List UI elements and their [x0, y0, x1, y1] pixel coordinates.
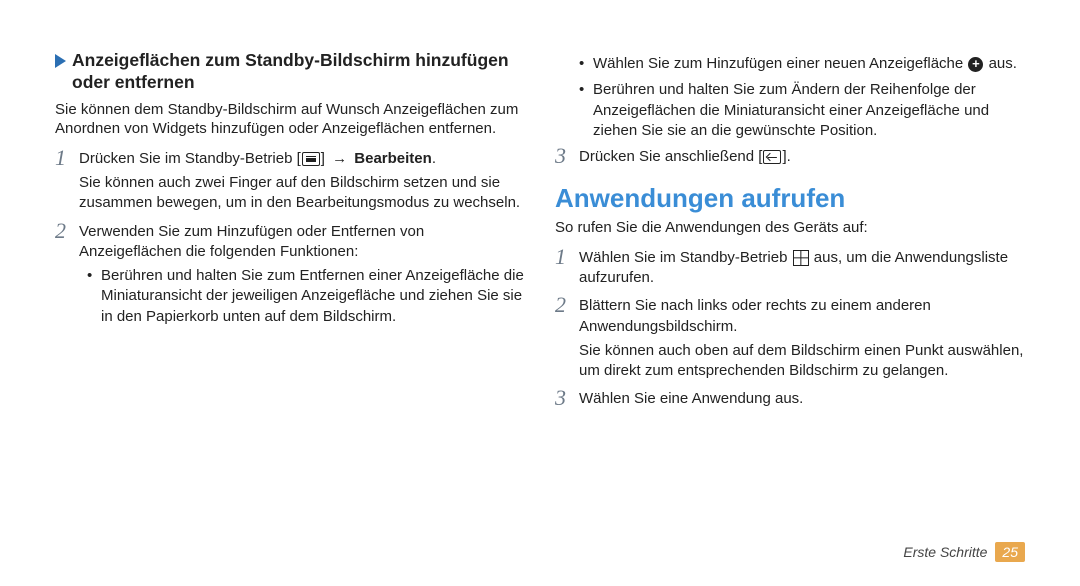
step-number: 3	[555, 387, 579, 409]
s2-text: Blättern Sie nach links oder rechts zu e…	[579, 297, 931, 334]
steps-list-left: 1 Drücken Sie im Standby-Betrieb [] → Be…	[55, 149, 525, 333]
step-1: 1 Drücken Sie im Standby-Betrieb [] → Be…	[55, 149, 525, 214]
section-title: Anzeigeflächen zum Standby-Bildschirm hi…	[72, 50, 525, 94]
step-body: Wählen Sie eine Anwendung aus.	[579, 389, 1025, 409]
step-3b: 3 Wählen Sie eine Anwendung aus.	[555, 389, 1025, 409]
arrow-icon: →	[332, 150, 347, 167]
bullet2-b: aus.	[984, 55, 1017, 72]
step-body: Wählen Sie im Standby-Betrieb aus, um di…	[579, 248, 1025, 289]
step-1b: 1 Wählen Sie im Standby-Betrieb aus, um …	[555, 248, 1025, 289]
page-number: 25	[995, 542, 1025, 562]
left-column: Anzeigeflächen zum Standby-Bildschirm hi…	[55, 50, 525, 418]
right-column: Wählen Sie zum Hinzufügen einer neuen An…	[555, 50, 1025, 418]
section-header: Anzeigeflächen zum Standby-Bildschirm hi…	[55, 50, 525, 94]
step3-b: ].	[782, 148, 790, 165]
step2-text: Verwenden Sie zum Hinzufügen oder Entfer…	[79, 223, 424, 260]
plus-icon: +	[968, 57, 983, 72]
bullet-item: Berühren und halten Sie zum Ändern der R…	[579, 80, 1025, 141]
bullet-item: Wählen Sie zum Hinzufügen einer neuen An…	[579, 54, 1025, 74]
s2-sub: Sie können auch oben auf dem Bildschirm …	[579, 341, 1025, 382]
back-icon	[763, 150, 781, 164]
step1-text-b: ]	[321, 150, 329, 167]
step3-a: Drücken Sie anschließend [	[579, 148, 762, 165]
step-number: 2	[55, 220, 79, 242]
bullet2-a: Wählen Sie zum Hinzufügen einer neuen An…	[593, 55, 967, 72]
step-2b: 2 Blättern Sie nach links oder rechts zu…	[555, 296, 1025, 381]
footer-label: Erste Schritte	[903, 544, 987, 560]
bullet-item: Berühren und halten Sie zum Entfernen ei…	[87, 266, 525, 327]
chevron-icon	[55, 54, 66, 68]
step-body: Drücken Sie anschließend [].	[579, 147, 1025, 167]
step-body: Drücken Sie im Standby-Betrieb [] → Bear…	[79, 149, 525, 214]
menu-icon	[302, 152, 320, 166]
step-body: Verwenden Sie zum Hinzufügen oder Entfer…	[79, 222, 525, 333]
step-number: 1	[55, 147, 79, 169]
step-2: 2 Verwenden Sie zum Hinzufügen oder Entf…	[55, 222, 525, 333]
step-3: 3 Drücken Sie anschließend [].	[555, 147, 1025, 167]
step-number: 3	[555, 145, 579, 167]
step-number: 2	[555, 294, 579, 316]
s1-a: Wählen Sie im Standby-Betrieb	[579, 249, 792, 266]
heading-anwendungen: Anwendungen aufrufen	[555, 183, 1025, 214]
intro-text: Sie können dem Standby-Bildschirm auf Wu…	[55, 100, 525, 139]
page-footer: Erste Schritte 25	[903, 542, 1025, 562]
bullets-right-continued: Wählen Sie zum Hinzufügen einer neuen An…	[555, 54, 1025, 141]
steps-continued: 3 Drücken Sie anschließend [].	[555, 147, 1025, 167]
bullets-left: Berühren und halten Sie zum Entfernen ei…	[79, 266, 525, 327]
step-body: Blättern Sie nach links oder rechts zu e…	[579, 296, 1025, 381]
step1-text-a: Drücken Sie im Standby-Betrieb [	[79, 150, 301, 167]
steps-list-right: 1 Wählen Sie im Standby-Betrieb aus, um …	[555, 248, 1025, 410]
page-content: Anzeigeflächen zum Standby-Bildschirm hi…	[0, 0, 1080, 418]
step1-bold: Bearbeiten	[350, 150, 432, 167]
step-number: 1	[555, 246, 579, 268]
grid-icon	[793, 250, 809, 266]
intro2: So rufen Sie die Anwendungen des Geräts …	[555, 218, 1025, 238]
step1-dot: .	[432, 150, 436, 167]
step1-sub: Sie können auch zwei Finger auf den Bild…	[79, 173, 525, 214]
